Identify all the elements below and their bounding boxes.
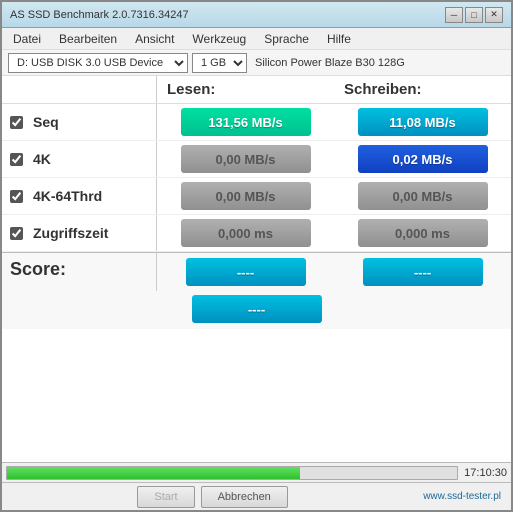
- write-col-header: Schreiben:: [334, 76, 511, 103]
- row-read-val-3: 0,000 ms: [157, 215, 334, 251]
- toolbar: D: USB DISK 3.0 USB Device 1 GB Silicon …: [2, 50, 511, 76]
- row-name-3: Zugriffszeit: [33, 225, 108, 241]
- menu-bearbeiten[interactable]: Bearbeiten: [56, 31, 120, 47]
- row-checkbox-1[interactable]: [10, 153, 23, 166]
- maximize-button[interactable]: □: [465, 7, 483, 23]
- write-value-3: 0,000 ms: [358, 219, 488, 247]
- row-label-2: 4K-64Thrd: [2, 178, 157, 214]
- progress-bar-fill: [7, 467, 300, 479]
- score-bottom-row: ----: [2, 291, 511, 329]
- score-label-cell: Score:: [2, 253, 157, 291]
- write-value-0: 11,08 MB/s: [358, 108, 488, 136]
- progress-time: 17:10:30: [464, 467, 507, 479]
- row-name-2: 4K-64Thrd: [33, 188, 102, 204]
- score-read-value: ----: [186, 258, 306, 286]
- row-write-val-3: 0,000 ms: [334, 215, 511, 251]
- row-label-0: Seq: [2, 104, 157, 140]
- device-select[interactable]: D: USB DISK 3.0 USB Device: [8, 53, 188, 73]
- start-button[interactable]: Start: [137, 486, 194, 508]
- close-button[interactable]: ✕: [485, 7, 503, 23]
- header-empty: [2, 76, 157, 103]
- bench-row-2: 4K-64Thrd 0,00 MB/s 0,00 MB/s: [2, 178, 511, 215]
- write-value-1: 0,02 MB/s: [358, 145, 488, 173]
- device-name-label: Silicon Power Blaze B30 128G: [255, 57, 505, 69]
- menu-werkzeug[interactable]: Werkzeug: [189, 31, 249, 47]
- row-name-1: 4K: [33, 151, 51, 167]
- score-read-cell: ----: [157, 253, 334, 291]
- size-select[interactable]: 1 GB: [192, 53, 247, 73]
- read-value-0: 131,56 MB/s: [181, 108, 311, 136]
- row-write-val-0: 11,08 MB/s: [334, 104, 511, 140]
- app-window: AS SSD Benchmark 2.0.7316.34247 ─ □ ✕ Da…: [0, 0, 513, 512]
- progress-area: 17:10:30: [2, 462, 511, 482]
- row-read-val-2: 0,00 MB/s: [157, 178, 334, 214]
- bench-row-1: 4K 0,00 MB/s 0,02 MB/s: [2, 141, 511, 178]
- title-bar: AS SSD Benchmark 2.0.7316.34247 ─ □ ✕: [2, 2, 511, 28]
- menu-datei[interactable]: Datei: [10, 31, 44, 47]
- read-value-3: 0,000 ms: [181, 219, 311, 247]
- menu-sprache[interactable]: Sprache: [261, 31, 312, 47]
- menu-ansicht[interactable]: Ansicht: [132, 31, 177, 47]
- benchmark-main: Lesen: Schreiben: Seq 131,56 MB/s 11,08 …: [2, 76, 511, 462]
- bench-row-3: Zugriffszeit 0,000 ms 0,000 ms: [2, 215, 511, 252]
- row-write-val-1: 0,02 MB/s: [334, 141, 511, 177]
- score-write-value: ----: [363, 258, 483, 286]
- score-write-cell: ----: [334, 253, 511, 291]
- bench-row-0: Seq 131,56 MB/s 11,08 MB/s: [2, 104, 511, 141]
- menu-hilfe[interactable]: Hilfe: [324, 31, 354, 47]
- row-read-val-0: 131,56 MB/s: [157, 104, 334, 140]
- menu-bar: Datei Bearbeiten Ansicht Werkzeug Sprach…: [2, 28, 511, 50]
- read-col-header: Lesen:: [157, 76, 334, 103]
- minimize-button[interactable]: ─: [445, 7, 463, 23]
- row-name-0: Seq: [33, 114, 59, 130]
- write-value-2: 0,00 MB/s: [358, 182, 488, 210]
- app-title: AS SSD Benchmark 2.0.7316.34247: [10, 9, 189, 21]
- row-label-1: 4K: [2, 141, 157, 177]
- row-write-val-2: 0,00 MB/s: [334, 178, 511, 214]
- score-top-section: Score: ---- ----: [2, 252, 511, 291]
- content-area: Lesen: Schreiben: Seq 131,56 MB/s 11,08 …: [2, 76, 511, 462]
- row-checkbox-0[interactable]: [10, 116, 23, 129]
- row-checkbox-2[interactable]: [10, 190, 23, 203]
- read-value-2: 0,00 MB/s: [181, 182, 311, 210]
- read-value-1: 0,00 MB/s: [181, 145, 311, 173]
- score-total-value: ----: [192, 295, 322, 323]
- row-checkbox-3[interactable]: [10, 227, 23, 240]
- title-controls: ─ □ ✕: [445, 7, 503, 23]
- bottom-bar: Start Abbrechen www.ssd-tester.pl: [2, 482, 511, 510]
- row-label-3: Zugriffszeit: [2, 215, 157, 251]
- watermark: www.ssd-tester.pl: [423, 491, 505, 502]
- score-label: Score:: [10, 259, 66, 280]
- row-read-val-1: 0,00 MB/s: [157, 141, 334, 177]
- cancel-button[interactable]: Abbrechen: [201, 486, 288, 508]
- progress-bar-bg: [6, 466, 458, 480]
